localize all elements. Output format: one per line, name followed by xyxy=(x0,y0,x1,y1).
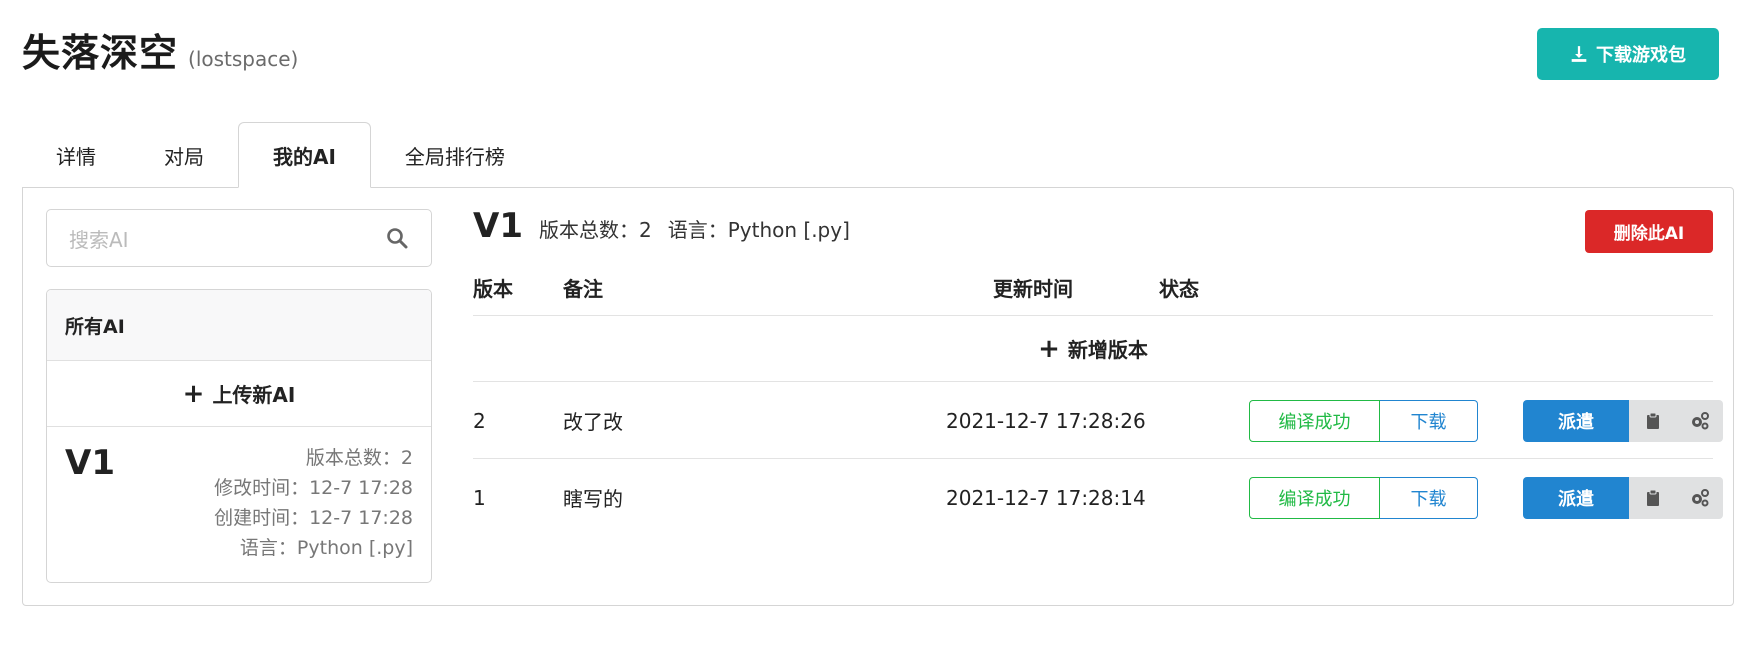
ai-item-modified: 修改时间：12-7 17:28 xyxy=(214,477,413,499)
search-input[interactable]: 搜索AI xyxy=(46,209,432,267)
gears-icon xyxy=(1691,489,1709,507)
action-group: 派遣 xyxy=(1523,477,1723,519)
tab-leaderboard[interactable]: 全局排行榜 xyxy=(371,122,539,188)
column-note: 备注 xyxy=(563,276,603,301)
search-placeholder: 搜索AI xyxy=(69,227,129,252)
ai-item-meta: 版本总数：2 修改时间：12-7 17:28 创建时间：12-7 17:28 语… xyxy=(214,443,413,563)
table-row: 1 瞎写的 2021-12-7 17:28:14 编译成功 下载 派遣 xyxy=(473,459,1723,536)
row-updated: 2021-12-7 17:28:14 xyxy=(946,485,1146,510)
ai-detail-language: 语言：Python [.py] xyxy=(667,218,850,242)
delete-ai-button[interactable]: 删除此AI xyxy=(1585,210,1713,253)
row-updated: 2021-12-7 17:28:26 xyxy=(946,408,1146,433)
settings-button[interactable] xyxy=(1676,400,1723,442)
compile-status-badge: 编译成功 xyxy=(1249,400,1380,442)
tab-label: 对局 xyxy=(164,144,204,169)
action-group: 派遣 xyxy=(1523,400,1723,442)
row-version: 1 xyxy=(473,485,486,510)
column-version: 版本 xyxy=(473,276,513,301)
status-group: 编译成功 下载 xyxy=(1249,477,1478,519)
upload-new-ai-button[interactable]: + 上传新AI xyxy=(47,361,431,427)
download-version-button[interactable]: 下载 xyxy=(1380,400,1478,442)
clipboard-icon xyxy=(1646,489,1659,506)
tab-bar: 详情 对局 我的AI 全局排行榜 xyxy=(22,122,539,188)
game-subtitle: (lostspace) xyxy=(188,47,299,71)
ai-detail-name: V1 xyxy=(473,206,523,246)
ai-detail-version-count: 版本总数：2 xyxy=(538,218,652,242)
tab-details[interactable]: 详情 xyxy=(22,122,130,188)
upload-new-ai-label: 上传新AI xyxy=(212,383,296,407)
ai-detail: V1 版本总数：2 语言：Python [.py] 删除此AI 版本 备注 更新… xyxy=(473,206,1723,519)
ai-list-item[interactable]: V1 版本总数：2 修改时间：12-7 17:28 创建时间：12-7 17:2… xyxy=(47,427,431,582)
download-game-pack-button[interactable]: 下载游戏包 xyxy=(1537,28,1719,80)
plus-icon: + xyxy=(182,378,205,409)
tab-label: 详情 xyxy=(56,144,96,169)
download-icon xyxy=(1571,46,1587,62)
ai-list-title: 所有AI xyxy=(47,290,431,361)
compile-status-badge: 编译成功 xyxy=(1249,477,1380,519)
ai-item-name: V1 xyxy=(65,443,115,483)
tab-matches[interactable]: 对局 xyxy=(130,122,238,188)
row-note: 瞎写的 xyxy=(563,487,623,511)
download-version-button[interactable]: 下载 xyxy=(1380,477,1478,519)
tab-my-ai[interactable]: 我的AI xyxy=(238,122,371,188)
row-note: 改了改 xyxy=(563,410,623,434)
search-icon xyxy=(387,228,408,249)
add-version-button[interactable]: + 新增版本 xyxy=(473,316,1713,382)
clipboard-button[interactable] xyxy=(1629,400,1676,442)
my-ai-panel: 搜索AI 所有AI + 上传新AI V1 版本总数：2 修改时间：12-7 17… xyxy=(22,187,1734,606)
tab-label: 全局排行榜 xyxy=(404,144,505,169)
column-updated: 更新时间 xyxy=(993,276,1073,301)
table-header: 版本 备注 更新时间 状态 xyxy=(473,258,1713,316)
clipboard-button[interactable] xyxy=(1629,477,1676,519)
clipboard-icon xyxy=(1646,412,1659,429)
table-row: 2 改了改 2021-12-7 17:28:26 编译成功 下载 派遣 xyxy=(473,382,1723,459)
gears-icon xyxy=(1691,412,1709,430)
game-title: 失落深空 xyxy=(22,31,179,75)
version-table: 版本 备注 更新时间 状态 + 新增版本 2 改了改 2021-12-7 17:… xyxy=(473,258,1723,536)
column-status: 状态 xyxy=(1159,276,1199,301)
ai-item-language: 语言：Python [.py] xyxy=(239,537,413,559)
status-group: 编译成功 下载 xyxy=(1249,400,1478,442)
download-game-pack-label: 下载游戏包 xyxy=(1596,45,1686,66)
ai-item-versions: 版本总数：2 xyxy=(305,447,413,469)
ai-item-created: 创建时间：12-7 17:28 xyxy=(214,507,413,529)
dispatch-button[interactable]: 派遣 xyxy=(1523,400,1629,442)
settings-button[interactable] xyxy=(1676,477,1723,519)
add-version-label: 新增版本 xyxy=(1067,338,1148,362)
dispatch-button[interactable]: 派遣 xyxy=(1523,477,1629,519)
plus-icon: + xyxy=(1038,333,1060,364)
row-version: 2 xyxy=(473,408,486,433)
page-header: 失落深空 (lostspace) xyxy=(22,22,298,77)
ai-detail-header: V1 版本总数：2 语言：Python [.py] xyxy=(473,206,1713,250)
tab-label: 我的AI xyxy=(273,144,336,169)
ai-list: 所有AI + 上传新AI V1 版本总数：2 修改时间：12-7 17:28 创… xyxy=(46,289,432,583)
